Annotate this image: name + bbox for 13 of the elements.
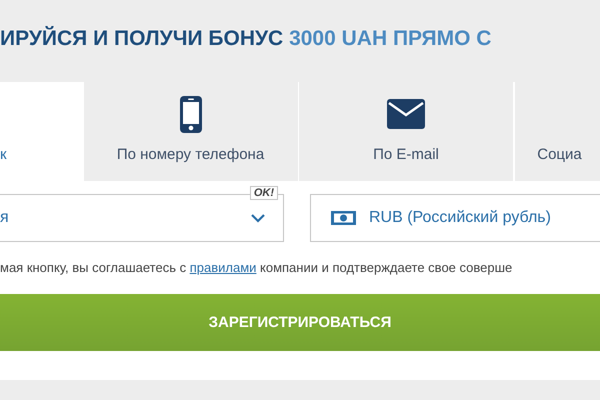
ok-badge: OK! [250,186,278,200]
tab[interactable]: Социа [514,82,600,181]
phone-icon [180,96,202,132]
page-heading: ИРУЙСЯ И ПОЛУЧИ БОНУС 3000 UAH ПРЯМО С [0,27,492,51]
chevron-down-icon [251,214,265,222]
tab[interactable]: По номеру телефона [84,82,298,181]
register-button[interactable]: ЗАРЕГИСТРИРОВАТЬСЯ [0,294,600,351]
envelope-icon [387,99,425,129]
agreement-text: мая кнопку, вы соглашаетесь с правилами компании и подтверждаете свое соверше [0,260,514,275]
currency-select[interactable]: RUB (Российский рубль) [310,194,600,242]
rules-link[interactable]: правилами [190,260,256,275]
tab[interactable]: По E-mail [299,82,513,181]
banknote-icon [331,211,356,225]
